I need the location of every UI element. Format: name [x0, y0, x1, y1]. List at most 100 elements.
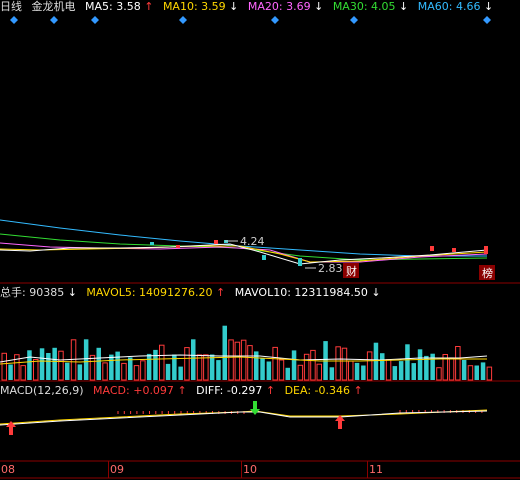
volume-bar [191, 339, 196, 380]
volume-bar [461, 360, 467, 380]
event-diamond-icon [483, 16, 491, 24]
dea-value: DEA: -0.346 ↑ [284, 384, 363, 397]
macd-name: MACD(12,26,9) [0, 384, 84, 397]
macd-value: MACD: +0.097 ↑ [93, 384, 187, 397]
macd-header: MACD(12,26,9) MACD: +0.097 ↑ DIFF: -0.29… [0, 384, 369, 398]
volume-bar [385, 359, 392, 381]
volume-bar [128, 357, 133, 380]
event-diamond-icon [50, 16, 58, 24]
x-label-09: 09 [110, 463, 124, 476]
volume-bar [448, 357, 455, 381]
volume-bar [216, 360, 221, 380]
volume-bar [196, 354, 203, 381]
volume-bar [96, 347, 101, 380]
volume-bar [146, 353, 152, 380]
volume-bar [335, 346, 341, 381]
volume-bar [366, 351, 373, 381]
volume-bar [8, 364, 13, 380]
mavol10-value: MAVOL10: 12311984.50 ↓ [234, 286, 381, 299]
volume-bar [380, 353, 385, 380]
volume-bar [52, 347, 57, 380]
svg-text:财: 财 [346, 264, 357, 278]
volume-bar [102, 362, 108, 381]
volume-header: 总手: 90385 ↓ MAVOL5: 14091276.20 ↑ MAVOL1… [0, 286, 387, 300]
total-volume: 总手: 90385 ↓ [0, 286, 77, 299]
candle [298, 258, 302, 266]
volume-bar [65, 362, 70, 380]
volume-bar [348, 360, 354, 381]
candle [214, 240, 218, 244]
volume-bar [247, 345, 253, 381]
volume-bar [121, 362, 127, 381]
volume-bar [115, 351, 120, 380]
volume-bar [109, 354, 114, 380]
volume-bar [297, 364, 304, 381]
volume-bar [58, 350, 64, 381]
volume-bar [39, 348, 45, 380]
volume-bar [486, 366, 493, 381]
x-label-08: 08 [1, 463, 15, 476]
volume-bar [341, 347, 348, 381]
volume-bar [303, 353, 310, 381]
volume-bar [474, 365, 479, 380]
volume-bar [354, 362, 360, 380]
volume-bar [222, 325, 227, 380]
x-label-11: 11 [369, 463, 383, 476]
event-diamond-icon [10, 16, 18, 24]
volume-bar [153, 349, 158, 380]
volume-bar [291, 350, 297, 380]
candle [484, 246, 488, 254]
volume-bar [89, 354, 96, 381]
event-markers [10, 16, 491, 24]
volume-bar [184, 347, 190, 381]
down-arrow-icon [250, 401, 260, 415]
volume-bar [140, 360, 146, 381]
mavol5-line [0, 354, 488, 363]
low-price-label: 2.83 [318, 262, 343, 275]
volume-bar [1, 352, 7, 381]
volume-bar [20, 365, 26, 381]
high-price-label: 4.24 [240, 235, 265, 248]
candle [452, 248, 456, 252]
volume-bar [278, 359, 285, 381]
volume-bar [316, 363, 322, 381]
volume-bar [228, 339, 234, 381]
volume-bar [203, 354, 209, 381]
volume-bar [310, 349, 316, 381]
volume-bar [83, 339, 89, 380]
volume-bars [1, 325, 493, 381]
volume-bar [165, 363, 171, 380]
volume-bar [46, 353, 51, 380]
volume-bar [209, 354, 215, 380]
volume-bar [27, 350, 32, 380]
svg-text:榜: 榜 [482, 266, 493, 280]
volume-bar [436, 367, 442, 381]
volume-bar [467, 365, 474, 381]
volume-bar [405, 344, 410, 380]
volume-bar [272, 346, 278, 381]
volume-bar [159, 344, 165, 381]
volume-bar [455, 346, 461, 381]
volume-bar [178, 366, 183, 380]
event-diamond-icon [179, 16, 187, 24]
volume-bar [133, 365, 140, 381]
mavol5-value: MAVOL5: 14091276.20 ↑ [86, 286, 226, 299]
volume-bar [417, 349, 423, 380]
volume-bar [266, 361, 272, 380]
event-diamond-icon [91, 16, 99, 24]
volume-bar [77, 364, 83, 380]
volume-bar [285, 367, 290, 380]
macd-arrows [6, 401, 345, 435]
volume-bar [240, 339, 247, 381]
event-diamond-icon [350, 16, 358, 24]
volume-bar [392, 366, 398, 380]
x-label-10: 10 [243, 463, 257, 476]
diff-value: DIFF: -0.297 ↑ [196, 384, 276, 397]
candle [150, 242, 154, 245]
volume-bar [329, 367, 335, 380]
event-diamond-icon [271, 16, 279, 24]
volume-bar [234, 341, 241, 381]
kline-chart[interactable]: 4.24 2.83 财 榜 [0, 0, 520, 480]
volume-bar [398, 361, 404, 380]
candle [430, 246, 434, 251]
